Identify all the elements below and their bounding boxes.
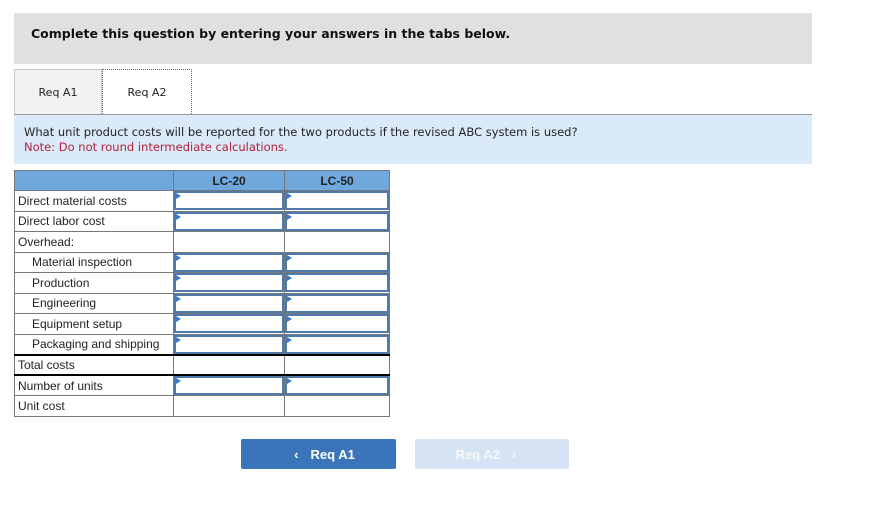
table-row: Unit cost xyxy=(14,395,390,417)
instructions-banner: Complete this question by entering your … xyxy=(14,13,812,64)
tab-req-a2-label: Req A2 xyxy=(127,85,167,99)
table-row: Direct labor cost xyxy=(14,210,390,232)
tab-req-a2[interactable]: Req A2 xyxy=(102,69,192,114)
cell-lc-50 xyxy=(284,190,390,212)
table-header-row: LC-20 LC-50 xyxy=(14,170,390,191)
lc-20-input[interactable] xyxy=(174,191,284,211)
row-label: Equipment setup xyxy=(14,313,174,335)
row-label: Packaging and shipping xyxy=(14,333,174,355)
cell-lc-20 xyxy=(173,272,285,294)
cell-lc-20 xyxy=(173,333,285,355)
row-label: Overhead: xyxy=(14,231,174,253)
question-note: Note: Do not round intermediate calculat… xyxy=(24,140,288,154)
table-row: Overhead: xyxy=(14,231,390,253)
row-label: Engineering xyxy=(14,292,174,314)
cell-lc-50 xyxy=(284,231,390,253)
cell-lc-50 xyxy=(284,292,390,314)
lc-20-input[interactable] xyxy=(174,376,284,395)
row-label: Direct labor cost xyxy=(14,210,174,232)
prev-req-a1-button[interactable]: ‹ Req A1 xyxy=(241,439,396,469)
cell-lc-50 xyxy=(284,272,390,294)
row-label: Production xyxy=(14,272,174,294)
lc-50-input[interactable] xyxy=(285,376,389,395)
cell-lc-20 xyxy=(173,190,285,212)
prev-button-label: Req A1 xyxy=(310,446,355,462)
table-row: Total costs xyxy=(14,353,390,376)
tab-req-a1[interactable]: Req A1 xyxy=(14,69,102,114)
cost-table: LC-20 LC-50 Direct material costs Direct … xyxy=(14,170,390,417)
table-row: Direct material costs xyxy=(14,190,390,212)
tab-req-a1-label: Req A1 xyxy=(38,85,78,99)
instructions-text: Complete this question by entering your … xyxy=(31,26,511,41)
question-panel: What unit product costs will be reported… xyxy=(14,115,812,164)
chevron-right-icon: › xyxy=(511,446,517,462)
cell-lc-20 xyxy=(173,210,285,232)
question-text: What unit product costs will be reported… xyxy=(24,125,578,139)
lc-20-input[interactable] xyxy=(174,314,284,334)
row-label: Material inspection xyxy=(14,251,174,273)
cell-lc-20 xyxy=(173,292,285,314)
lc-20-input[interactable] xyxy=(174,273,284,293)
lc-50-input[interactable] xyxy=(285,334,389,354)
cell-lc-50 xyxy=(284,353,390,376)
cell-lc-20 xyxy=(173,231,285,253)
header-lc-50: LC-50 xyxy=(284,170,390,191)
cell-lc-50 xyxy=(284,333,390,355)
next-button-label: Req A2 xyxy=(455,446,500,462)
cell-lc-20 xyxy=(173,313,285,335)
cell-lc-50 xyxy=(284,210,390,232)
cell-lc-20 xyxy=(173,374,285,396)
table-row: Production xyxy=(14,272,390,294)
table-row: Packaging and shipping xyxy=(14,333,390,355)
tab-bar: Req A1 Req A2 xyxy=(14,69,812,114)
header-blank xyxy=(14,170,174,191)
row-label: Number of units xyxy=(14,374,174,396)
next-req-a2-button[interactable]: Req A2 › xyxy=(415,439,569,469)
table-row: Equipment setup xyxy=(14,313,390,335)
row-label: Unit cost xyxy=(14,395,174,417)
row-label: Direct material costs xyxy=(14,190,174,212)
lc-50-input[interactable] xyxy=(285,191,389,211)
cell-lc-20 xyxy=(173,251,285,273)
cell-lc-50 xyxy=(284,251,390,273)
cell-lc-20 xyxy=(173,395,285,417)
row-label: Total costs xyxy=(14,353,174,376)
lc-20-input[interactable] xyxy=(174,252,284,272)
cell-lc-20 xyxy=(173,353,285,376)
lc-20-input[interactable] xyxy=(174,211,284,231)
cell-lc-50 xyxy=(284,313,390,335)
lc-20-input[interactable] xyxy=(174,293,284,313)
cell-lc-50 xyxy=(284,395,390,417)
lc-50-input[interactable] xyxy=(285,211,389,231)
chevron-left-icon: ‹ xyxy=(294,446,299,462)
table-row: Number of units xyxy=(14,374,390,396)
cell-lc-50 xyxy=(284,374,390,396)
table-row: Material inspection xyxy=(14,251,390,273)
lc-50-input[interactable] xyxy=(285,314,389,334)
lc-20-input[interactable] xyxy=(174,334,284,354)
lc-50-input[interactable] xyxy=(285,273,389,293)
lc-50-input[interactable] xyxy=(285,293,389,313)
lc-50-input[interactable] xyxy=(285,252,389,272)
table-row: Engineering xyxy=(14,292,390,314)
header-lc-20: LC-20 xyxy=(173,170,285,191)
